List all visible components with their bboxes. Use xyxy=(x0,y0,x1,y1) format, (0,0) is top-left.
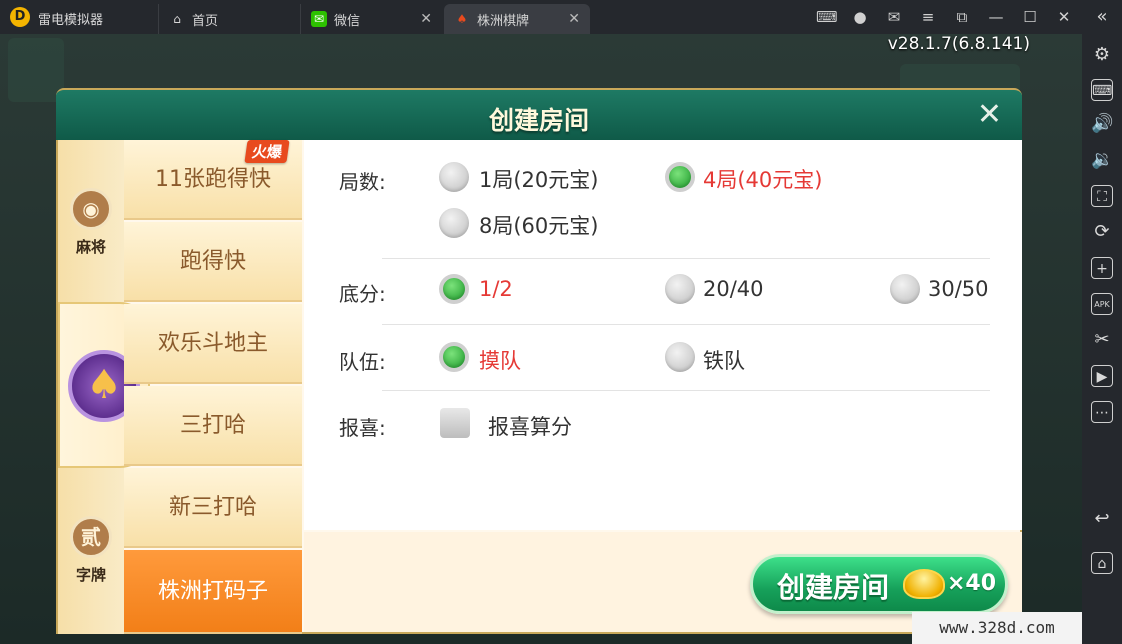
team-option[interactable]: 摸队 xyxy=(479,345,521,375)
collapse-sidebar-icon[interactable]: « xyxy=(1091,6,1113,28)
radio-rounds-4[interactable] xyxy=(665,162,695,192)
dialog-title: 创建房间 xyxy=(488,106,589,135)
tab-label: 株洲棋牌 xyxy=(477,13,530,29)
home-nav-icon[interactable]: ⌂ xyxy=(1091,552,1113,574)
close-icon[interactable]: ✕ xyxy=(977,100,1002,130)
close-tab-icon[interactable]: ✕ xyxy=(568,11,580,27)
tab-label: 首页 xyxy=(192,13,219,29)
radio-base-2[interactable] xyxy=(665,274,695,304)
game-viewport: v28.1.7(6.8.141) 创建房间 ✕ ◉ 麻将 贰 字牌 ♠ 11张跑… xyxy=(0,34,1082,644)
radio-rounds-1[interactable] xyxy=(439,162,469,192)
emulator-sidebar: « ⚙ ⌨ 🔊 🔉 ⛶ ⟳ + APK ✂ ▶ ⋯ ↩ ⌂ xyxy=(1082,0,1122,644)
category-zipai[interactable]: 贰 字牌 xyxy=(58,516,124,585)
rounds-option[interactable]: 4局(40元宝) xyxy=(703,164,822,194)
back-icon[interactable]: ↩ xyxy=(1091,508,1113,530)
zipai-icon: 贰 xyxy=(70,516,112,558)
popout-icon[interactable]: ⧉ xyxy=(952,7,972,27)
rounds-option[interactable]: 8局(60元宝) xyxy=(479,210,598,240)
settings-icon[interactable]: ⚙ xyxy=(1091,44,1113,66)
radio-base-1[interactable] xyxy=(439,274,469,304)
divider xyxy=(382,324,990,325)
base-option[interactable]: 1/2 xyxy=(479,277,513,301)
radio-rounds-8[interactable] xyxy=(439,208,469,238)
options-panel: 局数: 1局(20元宝) 4局(40元宝) 8局(60元宝) 底分: 1/2 2… xyxy=(304,140,1022,530)
game-icon: ♠ xyxy=(456,12,468,26)
category-label: 字牌 xyxy=(75,566,106,584)
dialog-header: 创建房间 ✕ xyxy=(56,88,1022,140)
rounds-option[interactable]: 1局(20元宝) xyxy=(479,164,598,194)
mail-icon[interactable]: ✉ xyxy=(884,7,904,27)
add-app-icon[interactable]: + xyxy=(1091,257,1113,279)
team-label: 队伍: xyxy=(339,350,386,374)
app-name: 雷电模拟器 xyxy=(38,13,104,28)
create-room-button[interactable]: 创建房间 ×40 xyxy=(750,554,1008,614)
more-icon[interactable]: ⋯ xyxy=(1091,401,1113,423)
volume-up-icon[interactable]: 🔊 xyxy=(1091,113,1113,135)
home-icon: ⌂ xyxy=(173,12,181,26)
emulator-window: { "titlebar": { "app_name": "雷电模拟器", "ta… xyxy=(0,0,1122,644)
apk-install-icon[interactable]: APK xyxy=(1091,293,1113,315)
rounds-label: 局数: xyxy=(339,170,386,194)
radio-base-3[interactable] xyxy=(890,274,920,304)
scissors-icon[interactable]: ✂ xyxy=(1091,329,1113,351)
divider xyxy=(382,258,990,259)
video-record-icon[interactable]: ▶ xyxy=(1091,365,1113,387)
mode-item[interactable]: 新三打哈 xyxy=(124,468,302,548)
minimize-icon[interactable]: — xyxy=(986,7,1006,27)
create-room-dialog: 创建房间 ✕ ◉ 麻将 贰 字牌 ♠ 11张跑得快 跑得快 欢乐斗地主 三打哈 … xyxy=(56,88,1022,634)
base-option[interactable]: 20/40 xyxy=(703,277,764,301)
version-label: v28.1.7(6.8.141) xyxy=(887,34,1030,54)
base-option[interactable]: 30/50 xyxy=(928,277,989,301)
watermark: www.328d.com xyxy=(912,612,1082,644)
tab-wechat[interactable]: ✉ 微信 ✕ xyxy=(300,4,442,34)
mode-item-selected[interactable]: 株洲打码子 xyxy=(124,550,302,634)
wechat-icon: ✉ xyxy=(311,11,327,27)
account-icon[interactable]: ● xyxy=(850,7,870,27)
gold-ingot-icon xyxy=(903,569,945,599)
category-mahjong[interactable]: ◉ 麻将 xyxy=(58,188,124,257)
gamepad-icon[interactable]: ⌨ xyxy=(816,7,838,27)
mode-item[interactable]: 欢乐斗地主 xyxy=(124,304,302,384)
app-logo-icon: D xyxy=(10,7,30,27)
category-label: 麻将 xyxy=(75,238,106,256)
tab-game[interactable]: ♠ 株洲棋牌 ✕ xyxy=(444,4,590,34)
tab-home[interactable]: ⌂ 首页 xyxy=(158,4,300,34)
rotate-icon[interactable]: ⟳ xyxy=(1091,221,1113,243)
base-score-label: 底分: xyxy=(339,282,386,306)
dialog-body: ◉ 麻将 贰 字牌 ♠ 11张跑得快 跑得快 欢乐斗地主 三打哈 新三打哈 株洲… xyxy=(56,140,1022,634)
radio-team-2[interactable] xyxy=(665,342,695,372)
announce-option[interactable]: 报喜算分 xyxy=(488,411,572,441)
mode-list: 11张跑得快 跑得快 欢乐斗地主 三打哈 新三打哈 株洲打码子 xyxy=(124,140,302,634)
radio-team-1[interactable] xyxy=(439,342,469,372)
create-room-label: 创建房间 xyxy=(777,571,890,604)
close-tab-icon[interactable]: ✕ xyxy=(420,11,432,27)
emulator-titlebar: D 雷电模拟器 ⌂ 首页 ✉ 微信 ✕ ♠ 株洲棋牌 ✕ ⌨ ● ✉ ≡ ⧉ —… xyxy=(0,0,1122,34)
team-option[interactable]: 铁队 xyxy=(703,345,745,375)
mahjong-icon: ◉ xyxy=(70,188,112,230)
mode-item[interactable]: 跑得快 xyxy=(124,222,302,302)
menu-icon[interactable]: ≡ xyxy=(918,7,938,27)
announce-checkbox[interactable] xyxy=(440,408,470,438)
volume-down-icon[interactable]: 🔉 xyxy=(1091,149,1113,171)
divider xyxy=(382,390,990,391)
room-cost: ×40 xyxy=(947,571,997,596)
mode-item[interactable]: 三打哈 xyxy=(124,386,302,466)
tab-label: 微信 xyxy=(334,13,361,29)
maximize-icon[interactable]: ☐ xyxy=(1020,7,1040,27)
keyboard-icon[interactable]: ⌨ xyxy=(1091,79,1113,101)
screenshot-icon[interactable]: ⛶ xyxy=(1091,185,1113,207)
announce-label: 报喜: xyxy=(339,416,386,440)
hot-badge: 火爆 xyxy=(244,140,290,163)
close-window-icon[interactable]: ✕ xyxy=(1054,7,1074,27)
